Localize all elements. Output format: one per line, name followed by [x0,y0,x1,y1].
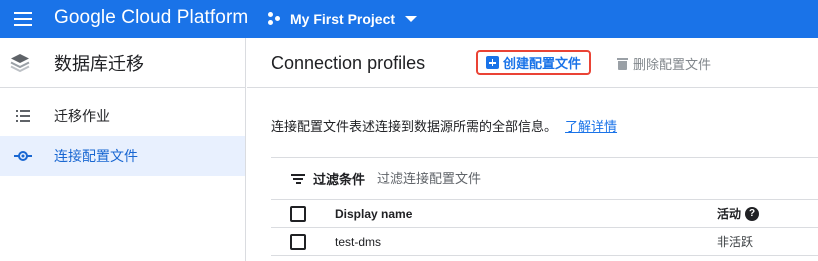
top-app-bar: Google Cloud Platform My First Project [0,0,818,38]
connection-profile-icon [14,147,32,165]
description-text: 连接配置文件表述连接到数据源所需的全部信息。 [271,119,558,134]
profile-status: 非活跃 [717,235,754,249]
add-box-icon [486,56,499,69]
create-profile-button[interactable]: 创建配置文件 [476,50,592,75]
learn-more-link[interactable]: 了解详情 [565,119,617,134]
row-checkbox[interactable] [290,234,306,250]
trash-icon [617,57,628,70]
page-description: 连接配置文件表述连接到数据源所需的全部信息。 了解详情 [271,116,617,135]
create-profile-label: 创建配置文件 [503,56,582,71]
filter-bar: 过滤条件 [271,158,818,200]
sidebar-header: 数据库迁移 [0,38,245,88]
sidebar-title: 数据库迁移 [54,53,144,74]
database-migration-logo-icon [9,52,31,74]
caret-down-icon [405,16,418,22]
filter-icon[interactable] [291,173,305,184]
profiles-table: 过滤条件 Display name 活动 ? test-dms 非活跃 [271,157,818,261]
delete-profile-button[interactable]: 删除配置文件 [617,54,711,73]
hamburger-menu-icon[interactable] [12,8,34,30]
sidebar-item-label: 迁移作业 [54,108,110,124]
column-header-status: 活动 ? [717,205,760,222]
help-icon[interactable]: ? [745,206,760,221]
page-header: Connection profiles 创建配置文件 删除配置文件 [247,38,818,88]
column-header-name[interactable]: Display name [335,207,412,221]
sidebar: 数据库迁移 迁移作业 连接配置文件 [0,38,246,261]
app-title[interactable]: Google Cloud Platform [54,7,248,29]
project-hub-icon [268,12,282,26]
sidebar-item-connection-profiles[interactable]: 连接配置文件 [0,136,245,176]
project-name: My First Project [290,11,396,27]
main-content: Connection profiles 创建配置文件 删除配置文件 连接配置文件… [247,38,818,261]
filter-input[interactable] [377,171,678,186]
table-row[interactable]: test-dms 非活跃 [271,228,818,256]
sidebar-item-migration-jobs[interactable]: 迁移作业 [0,96,245,136]
select-all-checkbox[interactable] [290,206,306,222]
page-title: Connection profiles [271,53,426,73]
delete-profile-label: 删除配置文件 [633,57,712,72]
list-icon [14,107,32,125]
filter-label: 过滤条件 [313,172,366,187]
profile-name-link[interactable]: test-dms [335,235,381,249]
column-header-status-label: 活动 [717,207,742,221]
project-picker[interactable]: My First Project [268,8,418,30]
table-header-row: Display name 活动 ? [271,200,818,228]
sidebar-item-label: 连接配置文件 [54,148,138,164]
